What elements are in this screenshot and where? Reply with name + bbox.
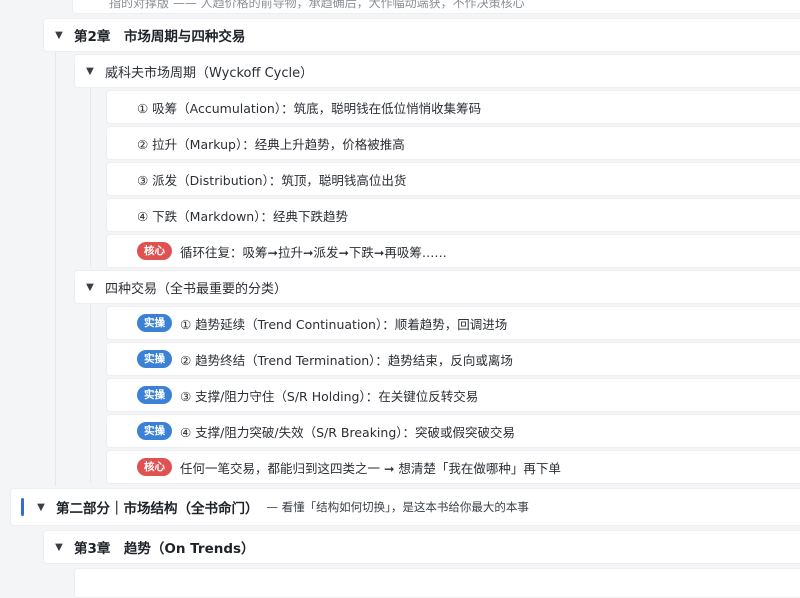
chevron-down-icon[interactable]: ▼ xyxy=(52,542,66,553)
chapter-2-row[interactable]: ▼ 第2章 市场周期与四种交易 xyxy=(43,18,800,52)
list-item-text: ④ 下跌（Markdown）：经典下跌趋势 xyxy=(137,208,348,224)
part-2-row[interactable]: ▼ 第二部分｜市场结构（全书命门） — 看懂「结构如何切换」，是这本书给你最大的… xyxy=(10,488,800,526)
wyckoff-section-row[interactable]: ▼ 威科夫市场周期（Wyckoff Cycle） xyxy=(74,54,800,88)
practice-item[interactable]: 实操 ④ 支撑/阻力突破/失效（S/R Breaking）：突破或假突破交易 xyxy=(106,414,800,448)
practice-item[interactable]: 实操 ③ 支撑/阻力守住（S/R Holding）：在关键位反转交易 xyxy=(106,378,800,412)
practice-badge: 实操 xyxy=(137,314,172,332)
practice-item[interactable]: 实操 ② 趋势终结（Trend Termination）：趋势结束，反向或离场 xyxy=(106,342,800,376)
wyckoff-section-title: 威科夫市场周期（Wyckoff Cycle） xyxy=(105,65,314,81)
core-badge: 核心 xyxy=(137,242,172,260)
list-item[interactable]: ④ 下跌（Markdown）：经典下跌趋势 xyxy=(106,198,800,232)
cut-off-row[interactable]: 指的对撑版 —— 人趋价格的前导物，承趋确后，大作幅动端获，不作决策核心 xyxy=(72,0,800,14)
part-2-title: 第二部分｜市场结构（全书命门） xyxy=(56,501,259,517)
core-badge: 核心 xyxy=(137,458,172,476)
core-item[interactable]: 核心 任何一笔交易，都能归到这四类之一 ➞ 想清楚「我在做哪种」再下单 xyxy=(106,450,800,484)
list-item[interactable]: ② 拉升（Markup）：经典上升趋势，价格被推高 xyxy=(106,126,800,160)
chevron-down-icon[interactable]: ▼ xyxy=(52,30,66,41)
practice-item-text: ④ 支撑/阻力突破/失效（S/R Breaking）：突破或假突破交易 xyxy=(180,424,516,440)
chapter-2-title: 第2章 市场周期与四种交易 xyxy=(74,29,246,45)
core-item[interactable]: 核心 循环往复：吸筹➞拉升➞派发➞下跌➞再吸筹…… xyxy=(106,234,800,268)
chevron-down-icon[interactable]: ▼ xyxy=(34,502,48,513)
list-item-text: ③ 派发（Distribution）：筑顶，聪明钱高位出货 xyxy=(137,172,407,188)
cut-off-row-bottom[interactable] xyxy=(74,568,800,598)
chapter-3-row[interactable]: ▼ 第3章 趋势（On Trends） xyxy=(43,530,800,564)
four-trades-section-row[interactable]: ▼ 四种交易（全书最重要的分类） xyxy=(74,270,800,304)
practice-item-text: ② 趋势终结（Trend Termination）：趋势结束，反向或离场 xyxy=(180,352,513,368)
tree-guide-line xyxy=(55,50,56,486)
list-item-text: ① 吸筹（Accumulation）：筑底，聪明钱在低位悄悄收集筹码 xyxy=(137,100,482,116)
part-2-note: — 看懂「结构如何切换」，是这本书给你最大的本事 xyxy=(266,500,529,514)
practice-badge: 实操 xyxy=(137,422,172,440)
tree-guide-line xyxy=(90,302,91,482)
core-item-text: 任何一笔交易，都能归到这四类之一 ➞ 想清楚「我在做哪种」再下单 xyxy=(180,460,561,476)
practice-badge: 实操 xyxy=(137,386,172,404)
list-item-text: ② 拉升（Markup）：经典上升趋势，价格被推高 xyxy=(137,136,405,152)
cut-off-text: 指的对撑版 —— 人趋价格的前导物，承趋确后，大作幅动端获，不作决策核心 xyxy=(109,0,525,10)
core-item-text: 循环往复：吸筹➞拉升➞派发➞下跌➞再吸筹…… xyxy=(180,244,447,260)
chevron-down-icon[interactable]: ▼ xyxy=(83,282,97,293)
four-trades-section-title: 四种交易（全书最重要的分类） xyxy=(105,281,288,297)
practice-badge: 实操 xyxy=(137,350,172,368)
chevron-down-icon[interactable]: ▼ xyxy=(83,66,97,77)
practice-item[interactable]: 实操 ① 趋势延续（Trend Continuation）：顺着趋势，回调进场 xyxy=(106,306,800,340)
list-item[interactable]: ① 吸筹（Accumulation）：筑底，聪明钱在低位悄悄收集筹码 xyxy=(106,90,800,124)
list-item[interactable]: ③ 派发（Distribution）：筑顶，聪明钱高位出货 xyxy=(106,162,800,196)
practice-item-text: ③ 支撑/阻力守住（S/R Holding）：在关键位反转交易 xyxy=(180,388,479,404)
practice-item-text: ① 趋势延续（Trend Continuation）：顺着趋势，回调进场 xyxy=(180,316,508,332)
part-accent-bar xyxy=(21,498,24,516)
tree-guide-line xyxy=(90,86,91,266)
chapter-3-title: 第3章 趋势（On Trends） xyxy=(74,541,255,557)
